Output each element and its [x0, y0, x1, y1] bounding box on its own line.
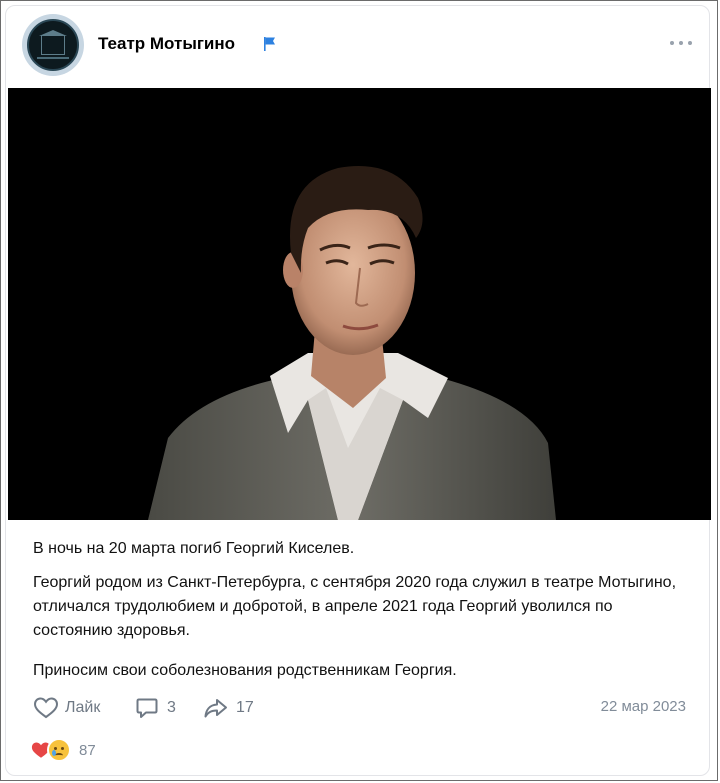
heart-outline-icon — [33, 697, 59, 719]
share-icon — [204, 699, 227, 718]
post-text-paragraph: В ночь на 20 марта погиб Георгий Киселев… — [33, 540, 355, 557]
reactions-count: 87 — [79, 741, 96, 759]
post-header: Театр Мотыгино — [22, 14, 700, 76]
reactions-summary[interactable]: 87 — [31, 738, 96, 762]
post-actions: Лайк 3 17 22 мар 2023 — [33, 694, 686, 722]
comments-count: 3 — [167, 699, 176, 716]
comment-button[interactable]: 3 — [135, 694, 176, 722]
comment-icon — [136, 698, 158, 718]
more-icon[interactable] — [670, 40, 692, 46]
post-photo[interactable] — [8, 88, 711, 520]
like-label: Лайк — [65, 699, 101, 716]
post-text-paragraph: Георгий родом из Санкт-Петербурга, с сен… — [33, 574, 677, 639]
actor-portrait-image — [8, 88, 711, 520]
post-date[interactable]: 22 мар 2023 — [601, 698, 686, 715]
theater-logo-icon — [27, 19, 79, 71]
like-button[interactable]: Лайк — [33, 694, 100, 722]
flag-icon — [264, 37, 275, 51]
crying-face-icon — [47, 738, 71, 762]
author-name[interactable]: Театр Мотыгино — [98, 34, 235, 54]
share-button[interactable]: 17 — [203, 694, 254, 722]
post-text-paragraph: Приносим свои соболезнования родственник… — [33, 662, 457, 679]
shares-count: 17 — [236, 699, 254, 716]
avatar[interactable] — [22, 14, 84, 76]
